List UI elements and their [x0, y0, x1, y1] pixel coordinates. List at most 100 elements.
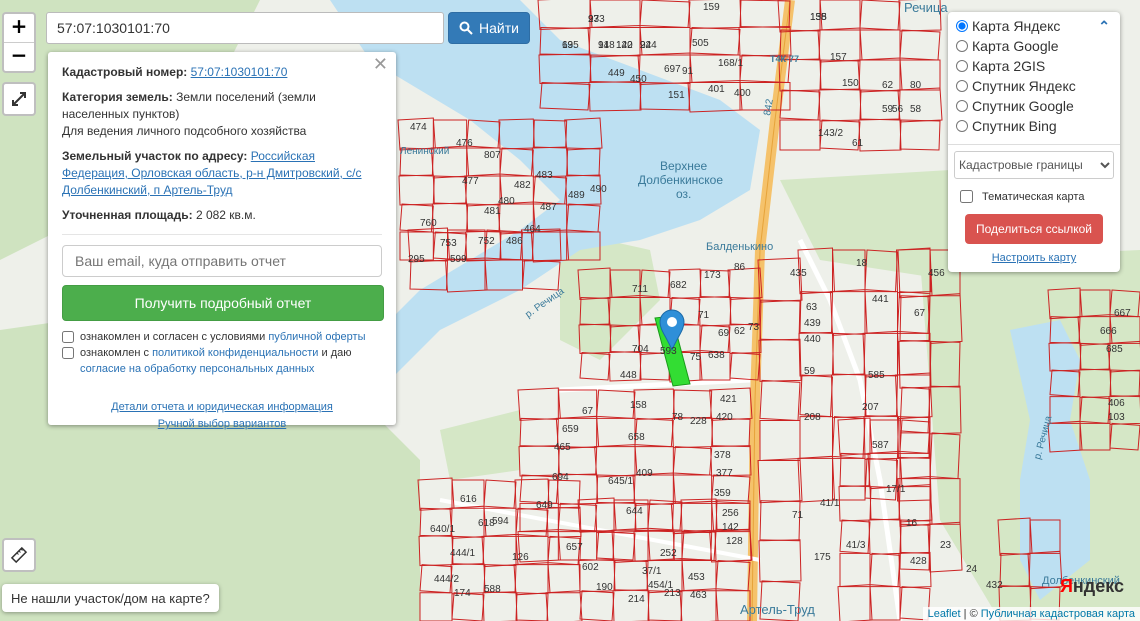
- parcel-number: 91: [598, 40, 610, 51]
- parcel-number: 685: [1106, 344, 1123, 355]
- get-report-button[interactable]: Получить подробный отчет: [62, 285, 384, 321]
- parcel-number: 175: [814, 552, 831, 563]
- layer-option[interactable]: Спутник Bing: [956, 116, 1112, 136]
- layer-radio[interactable]: [956, 20, 968, 32]
- parcel-number: 378: [714, 450, 731, 461]
- parcel-number: 464: [524, 224, 541, 235]
- layer-option[interactable]: Карта 2GIS: [956, 56, 1112, 76]
- parcel-number: 476: [456, 138, 473, 149]
- measure-button[interactable]: [2, 538, 36, 572]
- layer-radio[interactable]: [956, 40, 968, 52]
- layer-radio[interactable]: [956, 120, 968, 132]
- ruler-icon: [10, 546, 28, 564]
- zoom-in-button[interactable]: +: [4, 14, 34, 42]
- data-consent-link[interactable]: согласие на обработку персональных данны…: [80, 363, 314, 375]
- parcel-number: 640/1: [430, 524, 455, 535]
- parcel-number: 151: [668, 90, 685, 101]
- layer-option[interactable]: Спутник Яндекс: [956, 76, 1112, 96]
- parcel-number: 142: [722, 522, 739, 533]
- fullscreen-button[interactable]: [2, 82, 36, 116]
- parcel-number: 256: [722, 508, 739, 519]
- configure-map-link[interactable]: Настроить карту: [956, 252, 1112, 264]
- parcel-number: 41/3: [846, 540, 866, 551]
- parcel-number: 92: [640, 40, 652, 51]
- parcel-number: 214: [628, 594, 645, 605]
- thematic-map-label: Тематическая карта: [982, 190, 1085, 203]
- layer-option-label: Карта Google: [972, 38, 1059, 54]
- cadastral-link[interactable]: 57:07:1030101:70: [191, 65, 288, 79]
- pkk-link[interactable]: Публичная кадастровая карта: [981, 608, 1135, 620]
- zoom-out-button[interactable]: −: [4, 42, 34, 71]
- parcel-number: 480: [498, 196, 515, 207]
- privacy-policy-link[interactable]: политикой конфиденциальности: [152, 347, 318, 359]
- zoom-control: + −: [2, 12, 36, 73]
- public-offer-link[interactable]: публичной оферты: [268, 331, 365, 343]
- cadastral-row: Кадастровый номер: 57:07:1030101:70: [62, 64, 382, 81]
- parcel-number: 126: [512, 552, 529, 563]
- parcel-number: 448: [620, 370, 637, 381]
- parcel-number: 481: [484, 206, 501, 217]
- privacy-checkbox[interactable]: [62, 347, 74, 359]
- parcel-number: 17/1: [886, 484, 906, 495]
- parcel-number: 432: [986, 580, 1003, 591]
- lake-label: Долбенкинское: [638, 173, 723, 187]
- parcel-number: 91: [682, 66, 694, 77]
- overlay-select[interactable]: Кадастровые границы: [954, 151, 1114, 179]
- parcel-number: 616: [460, 494, 477, 505]
- parcel-number: 593: [660, 346, 677, 357]
- chevron-up-icon[interactable]: ⌃: [1098, 18, 1110, 35]
- parcel-number: 658: [628, 432, 645, 443]
- cadastral-search-input[interactable]: [46, 12, 444, 44]
- parcel-number: 483: [536, 170, 553, 181]
- parcel-number: 377: [716, 468, 733, 479]
- parcel-number: 228: [690, 416, 707, 427]
- parcel-number: 454/1: [648, 580, 673, 591]
- leaflet-link[interactable]: Leaflet: [928, 608, 961, 620]
- manual-selection-link[interactable]: Ручной выбор вариантов: [62, 416, 382, 433]
- parcel-number: 490: [590, 184, 607, 195]
- layer-option-label: Спутник Яндекс: [972, 78, 1076, 94]
- parcel-number: 482: [514, 180, 531, 191]
- parcel-number: 252: [660, 548, 677, 559]
- parcel-number: 71: [698, 310, 710, 321]
- place-label-baldenkino: Балденькино: [706, 241, 773, 253]
- search-icon: [459, 21, 473, 35]
- category-row: Категория земель: Земли поселений (земли…: [62, 89, 382, 140]
- share-link-button[interactable]: Поделиться ссылкой: [965, 214, 1103, 244]
- parcel-number: 37/1: [642, 566, 662, 577]
- layer-radio[interactable]: [956, 100, 968, 112]
- parcel-number: 599: [450, 254, 467, 265]
- email-field[interactable]: [62, 245, 382, 277]
- parcel-number: 207: [862, 402, 879, 413]
- parcel-number: 73: [748, 322, 760, 333]
- offer-checkbox[interactable]: [62, 331, 74, 343]
- layer-option[interactable]: Спутник Google: [956, 96, 1112, 116]
- report-details-link[interactable]: Детали отчета и юридическая информация: [62, 399, 382, 416]
- layer-option[interactable]: Карта Яндекс: [956, 16, 1112, 36]
- parcel-number: 486: [506, 236, 523, 247]
- parcel-number: 807: [484, 150, 501, 161]
- lake-label: оз.: [676, 187, 691, 201]
- parcel-number: 86: [734, 262, 746, 273]
- parcel-number: 449: [608, 68, 625, 79]
- layer-option-label: Карта 2GIS: [972, 58, 1046, 74]
- parcel-number: 143/2: [818, 128, 843, 139]
- parcel-number: 208: [804, 412, 821, 423]
- layer-option[interactable]: Карта Google: [956, 36, 1112, 56]
- parcel-number: 638: [708, 350, 725, 361]
- close-icon[interactable]: ✕: [373, 55, 388, 73]
- thematic-map-row[interactable]: Тематическая карта: [956, 187, 1112, 206]
- parcel-number: 103: [1108, 412, 1125, 423]
- not-found-button[interactable]: Не нашли участок/дом на карте?: [2, 584, 219, 612]
- thematic-map-checkbox[interactable]: [960, 190, 973, 203]
- parcel-number: 487: [540, 202, 557, 213]
- find-button[interactable]: Найти: [448, 12, 530, 44]
- parcel-number: 602: [582, 562, 599, 573]
- parcel-number: 697: [664, 64, 681, 75]
- layer-radio[interactable]: [956, 60, 968, 72]
- attribution-separator: | ©: [960, 608, 981, 620]
- parcel-number: 67: [582, 406, 594, 417]
- parcel-number: 80: [910, 80, 922, 91]
- layer-radio[interactable]: [956, 80, 968, 92]
- parcel-number: 420: [716, 412, 733, 423]
